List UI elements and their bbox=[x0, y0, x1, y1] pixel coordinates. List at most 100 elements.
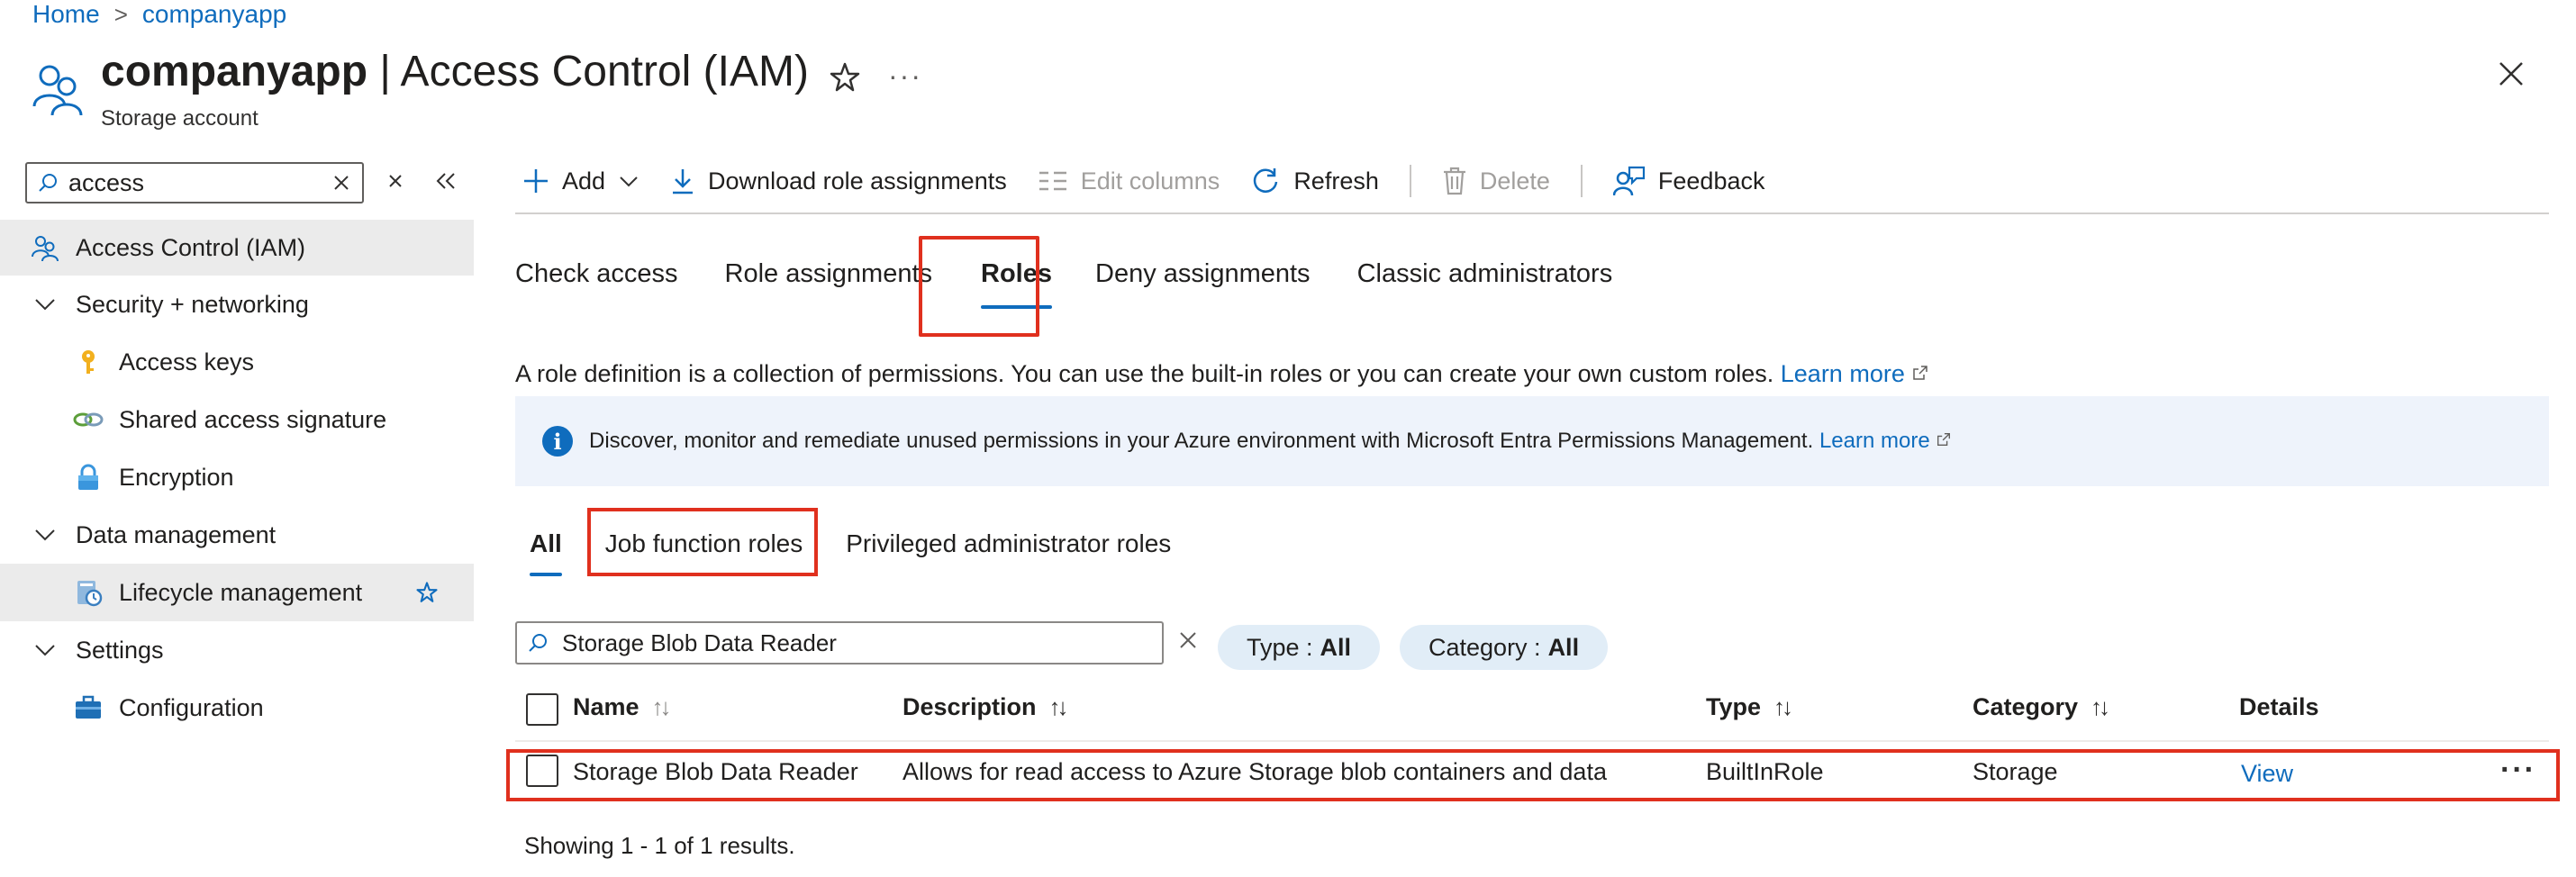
info-banner-text: Discover, monitor and remediate unused p… bbox=[589, 429, 1814, 453]
tab-deny-assignments[interactable]: Deny assignments bbox=[1095, 259, 1311, 289]
collapse-sidebar-icon[interactable] bbox=[432, 167, 459, 194]
download-icon bbox=[673, 169, 694, 194]
trash-icon bbox=[1443, 167, 1465, 195]
feedback-label: Feedback bbox=[1657, 167, 1765, 194]
breadcrumb-home[interactable]: Home bbox=[32, 0, 100, 29]
search-icon bbox=[529, 634, 547, 652]
column-category-label: Category bbox=[1973, 693, 2079, 720]
roles-tab-highlight bbox=[919, 236, 1039, 337]
category-filter-value: All bbox=[1547, 633, 1580, 661]
refresh-label: Refresh bbox=[1293, 167, 1379, 194]
sidebar-item-label: Encryption bbox=[119, 463, 234, 491]
role-search-value: Storage Blob Data Reader bbox=[562, 628, 837, 656]
roles-description: A role definition is a collection of per… bbox=[515, 360, 1929, 388]
chevron-down-icon bbox=[29, 519, 61, 551]
page-title-resource: companyapp bbox=[101, 48, 368, 95]
delete-button[interactable]: Delete bbox=[1442, 167, 1550, 195]
delete-label: Delete bbox=[1479, 167, 1550, 194]
sort-icon: ↑↓ bbox=[651, 693, 672, 720]
column-header-description[interactable]: Description ↑↓ bbox=[903, 693, 1069, 721]
job-function-roles-highlight bbox=[587, 508, 818, 576]
banner-learn-more-link[interactable]: Learn more bbox=[1819, 429, 1952, 454]
column-name-label: Name bbox=[573, 693, 639, 720]
clear-search-icon[interactable] bbox=[1176, 628, 1200, 652]
sidebar-item-label: Access keys bbox=[119, 348, 255, 375]
column-header-category[interactable]: Category ↑↓ bbox=[1973, 693, 2110, 721]
sidebar-menu: Access Control (IAM) Security + networki… bbox=[0, 220, 474, 737]
feedback-icon bbox=[1612, 166, 1646, 196]
sidebar-item-encryption[interactable]: Encryption bbox=[0, 448, 474, 506]
sidebar-item-label: Settings bbox=[76, 636, 164, 664]
type-filter-value: All bbox=[1320, 633, 1352, 661]
key-icon bbox=[72, 346, 104, 378]
role-row-highlight bbox=[506, 749, 2560, 801]
column-header-details: Details bbox=[2239, 693, 2319, 721]
table-header-divider bbox=[515, 740, 2549, 742]
info-banner: i Discover, monitor and remediate unused… bbox=[515, 396, 2549, 486]
refresh-button[interactable]: Refresh bbox=[1250, 166, 1379, 196]
sort-icon: ↑↓ bbox=[2091, 693, 2110, 720]
chevron-down-icon bbox=[620, 176, 638, 187]
column-type-label: Type bbox=[1706, 693, 1762, 720]
breadcrumb: Home > companyapp bbox=[32, 0, 286, 29]
sidebar-item-access-keys[interactable]: Access keys bbox=[0, 333, 474, 391]
clear-filter-icon[interactable] bbox=[382, 167, 409, 194]
category-filter-pill[interactable]: Category : All bbox=[1400, 625, 1609, 670]
column-description-label: Description bbox=[903, 693, 1037, 720]
column-header-name[interactable]: Name ↑↓ bbox=[573, 693, 672, 721]
tab-check-access[interactable]: Check access bbox=[515, 259, 678, 289]
sidebar-search-value: access bbox=[68, 168, 145, 196]
more-options-button[interactable]: ··· bbox=[888, 59, 922, 93]
download-role-assignments-button[interactable]: Download role assignments bbox=[670, 167, 1007, 195]
people-icon bbox=[29, 231, 61, 264]
pivot-privileged-administrator-roles[interactable]: Privileged administrator roles bbox=[846, 529, 1171, 558]
page-title-section: | Access Control (IAM) bbox=[367, 48, 809, 95]
sidebar-search-input[interactable]: access bbox=[25, 162, 364, 203]
role-search-input[interactable]: Storage Blob Data Reader bbox=[515, 621, 1164, 665]
column-details-label: Details bbox=[2239, 693, 2319, 720]
sidebar-item-label: Shared access signature bbox=[119, 405, 387, 433]
download-label: Download role assignments bbox=[708, 167, 1007, 194]
sidebar-item-label: Configuration bbox=[119, 693, 264, 721]
roles-description-text: A role definition is a collection of per… bbox=[515, 360, 1774, 387]
sidebar-item-label: Data management bbox=[76, 520, 277, 548]
columns-icon bbox=[1039, 171, 1066, 191]
learn-more-link[interactable]: Learn more bbox=[1781, 360, 1930, 387]
edit-columns-button[interactable]: Edit columns bbox=[1038, 167, 1220, 195]
select-all-checkbox-cell bbox=[526, 693, 558, 726]
close-icon[interactable] bbox=[2495, 58, 2527, 90]
select-all-checkbox[interactable] bbox=[526, 693, 558, 726]
sidebar-group-settings[interactable]: Settings bbox=[0, 621, 474, 679]
tab-classic-administrators[interactable]: Classic administrators bbox=[1357, 259, 1613, 289]
external-link-icon bbox=[1937, 433, 1951, 446]
breadcrumb-separator-icon: > bbox=[113, 0, 128, 28]
plus-icon bbox=[524, 169, 548, 193]
lifecycle-icon bbox=[72, 576, 104, 609]
sidebar-item-shared-access-signature[interactable]: Shared access signature bbox=[0, 391, 474, 448]
external-link-icon bbox=[1913, 366, 1928, 380]
favorite-star-icon[interactable] bbox=[411, 576, 443, 609]
sidebar-item-configuration[interactable]: Configuration bbox=[0, 679, 474, 737]
link-icon bbox=[72, 403, 104, 436]
feedback-button[interactable]: Feedback bbox=[1612, 166, 1765, 196]
results-count: Showing 1 - 1 of 1 results. bbox=[524, 832, 795, 859]
sidebar-item-lifecycle-management[interactable]: Lifecycle management bbox=[0, 564, 474, 621]
sidebar-group-data-management[interactable]: Data management bbox=[0, 506, 474, 564]
page-title: companyapp | Access Control (IAM) bbox=[101, 47, 809, 96]
type-filter-pill[interactable]: Type : All bbox=[1218, 625, 1381, 670]
clear-search-icon[interactable] bbox=[331, 173, 351, 193]
breadcrumb-current[interactable]: companyapp bbox=[142, 0, 286, 29]
sidebar-item-label: Access Control (IAM) bbox=[76, 233, 306, 261]
tab-role-assignments[interactable]: Role assignments bbox=[725, 259, 933, 289]
sort-icon: ↑↓ bbox=[1048, 693, 1069, 720]
column-header-type[interactable]: Type ↑↓ bbox=[1706, 693, 1793, 721]
chevron-down-icon bbox=[29, 634, 61, 666]
edit-columns-label: Edit columns bbox=[1080, 167, 1220, 194]
sidebar-group-security-networking[interactable]: Security + networking bbox=[0, 276, 474, 333]
iam-tabs: Check access Role assignments Roles Deny… bbox=[515, 259, 1659, 309]
sidebar-item-access-control[interactable]: Access Control (IAM) bbox=[0, 220, 474, 276]
pivot-all[interactable]: All bbox=[530, 529, 562, 576]
favorite-star-icon[interactable] bbox=[827, 59, 863, 95]
add-button[interactable]: Add bbox=[522, 167, 639, 195]
info-icon: i bbox=[542, 426, 573, 457]
